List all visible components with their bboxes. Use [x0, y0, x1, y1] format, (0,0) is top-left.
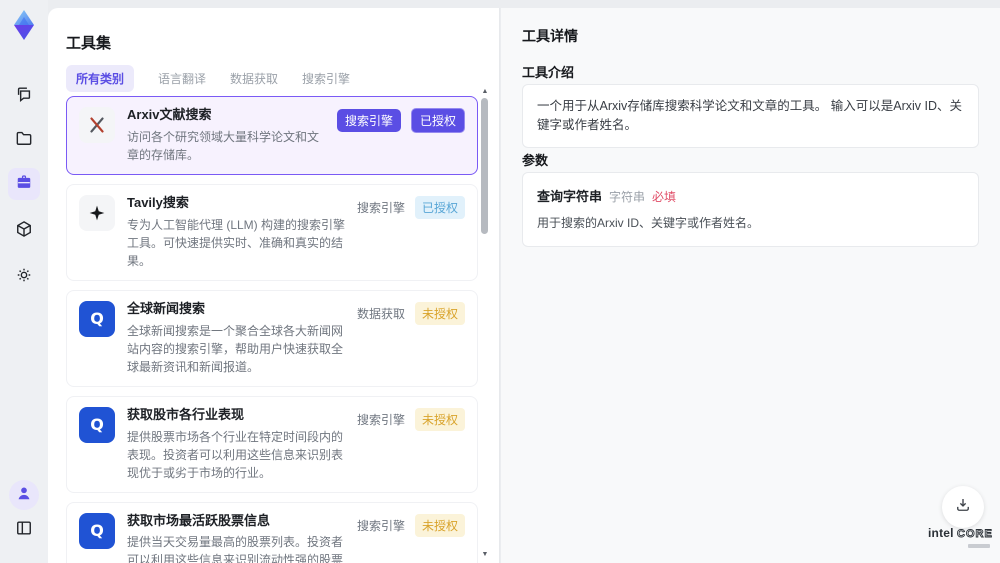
quark-icon: Q: [79, 300, 115, 337]
quark-icon: Q: [79, 406, 115, 443]
param-description: 用于搜索的Arxiv ID、关键字或作者姓名。: [537, 216, 760, 230]
sidebar-item-packages[interactable]: [8, 215, 40, 247]
cube-icon: [14, 219, 34, 244]
intro-heading: 工具介绍: [522, 65, 575, 80]
arxiv-icon: [79, 107, 115, 143]
tool-name: 全球新闻搜索: [127, 300, 206, 316]
tool-description: 访问各个研究领域大量科学论文和文章的存储库。: [127, 129, 320, 162]
panel-layout-icon: [14, 518, 34, 543]
intro-text-box: 一个用于从Arxiv存储库搜索科学论文和文章的工具。 输入可以是Arxiv ID…: [522, 84, 979, 148]
tool-category-badge: 搜索引擎: [356, 518, 405, 533]
tool-detail-panel: 工具详情 工具介绍 一个用于从Arxiv存储库搜索科学论文和文章的工具。 输入可…: [501, 8, 1000, 563]
gear-icon: [14, 265, 34, 290]
param-name: 查询字符串: [537, 189, 603, 204]
detail-title: 工具详情: [522, 28, 578, 44]
sidebar-collapse-button[interactable]: [8, 514, 40, 546]
intel-core-logo: intel CORE: [928, 524, 992, 548]
sparkle-icon: [79, 194, 115, 231]
tool-category-badge: 搜索引擎: [356, 412, 405, 427]
tool-card[interactable]: Q 全球新闻搜索 全球新闻搜索是一个聚合全球各大新闻网站内容的搜索引擎，帮助用户…: [66, 289, 478, 387]
folder-icon: [14, 128, 34, 153]
app-logo-icon: [7, 8, 41, 42]
tool-description: 提供股票市场各个行业在特定时间段内的表现。投资者可以利用这些信息来识别表现优于或…: [127, 429, 344, 480]
scroll-up-arrow[interactable]: ▲: [480, 88, 490, 96]
tool-auth-badge: 已授权: [414, 195, 465, 219]
left-rail: [0, 0, 48, 563]
sidebar-item-toolbox[interactable]: [8, 168, 40, 200]
tool-name: 获取股市各行业表现: [127, 406, 245, 422]
tool-category-badge: 搜索引擎: [336, 109, 401, 132]
param-required-label: 必填: [652, 190, 677, 204]
tool-description: 专为人工智能代理 (LLM) 构建的搜索引擎工具。可快速提供实时、准确和真实的结…: [127, 217, 346, 268]
page-title: 工具集: [66, 35, 112, 52]
category-tabs: 所有类别 语言翻译 数据获取 搜索引擎: [66, 65, 350, 92]
tab-language-translation[interactable]: 语言翻译: [158, 65, 206, 92]
tool-card[interactable]: Q 获取股市各行业表现 提供股票市场各个行业在特定时间段内的表现。投资者可以利用…: [66, 395, 478, 493]
tab-search-engine[interactable]: 搜索引擎: [302, 65, 350, 92]
intel-logo-sub-mark: [968, 544, 990, 548]
sidebar-item-chat[interactable]: [8, 80, 40, 112]
tool-auth-badge: 未授权: [414, 513, 465, 537]
tool-auth-badge: 未授权: [414, 301, 465, 325]
chat-icon: [14, 84, 34, 109]
tab-all-categories[interactable]: 所有类别: [66, 65, 135, 92]
tab-data-fetch[interactable]: 数据获取: [230, 65, 278, 92]
tool-card[interactable]: Q 获取市场最活跃股票信息 提供当天交易量最高的股票列表。投资者可以利用这些信息…: [66, 501, 478, 563]
scroll-down-arrow[interactable]: ▼: [480, 551, 490, 559]
tool-card[interactable]: Arxiv文献搜索 访问各个研究领域大量科学论文和文章的存储库。 搜索引擎 已授…: [66, 96, 478, 175]
tool-name: 获取市场最活跃股票信息: [127, 512, 271, 528]
tool-description: 提供当天交易量最高的股票列表。投资者可以利用这些信息来识别流动性强的股票和潜在的…: [127, 535, 344, 563]
tool-auth-badge: 已授权: [410, 108, 465, 133]
scrollbar[interactable]: ▲ ▼: [480, 88, 490, 561]
tool-category-badge: 数据获取: [356, 306, 405, 321]
quark-icon: Q: [79, 512, 115, 549]
params-heading: 参数: [522, 153, 549, 168]
scrollbar-thumb[interactable]: [481, 98, 488, 234]
param-type: 字符串: [609, 190, 646, 204]
sidebar-item-files[interactable]: [8, 124, 40, 156]
download-button[interactable]: [942, 486, 984, 528]
tool-name: Arxiv文献搜索: [127, 107, 212, 122]
tool-description: 全球新闻搜索是一个聚合全球各大新闻网站内容的搜索引擎，帮助用户快速获取全球最新资…: [127, 323, 344, 374]
tool-name: Tavily搜索: [127, 194, 189, 210]
sidebar-item-account[interactable]: [9, 480, 39, 510]
sidebar-item-settings[interactable]: [8, 261, 40, 293]
download-icon: [954, 496, 972, 519]
tool-list: Arxiv文献搜索 访问各个研究领域大量科学论文和文章的存储库。 搜索引擎 已授…: [66, 96, 478, 563]
tool-category-badge: 搜索引擎: [356, 200, 405, 215]
briefcase-icon: [14, 172, 34, 197]
tool-list-panel: 工具集 所有类别 语言翻译 数据获取 搜索引擎 Arxiv文献搜索 访问各个研究…: [48, 8, 500, 563]
tool-auth-badge: 未授权: [414, 407, 465, 431]
tool-card[interactable]: Tavily搜索 专为人工智能代理 (LLM) 构建的搜索引擎工具。可快速提供实…: [66, 183, 478, 281]
user-icon: [14, 483, 34, 508]
parameter-card: 查询字符串 字符串 必填 用于搜索的Arxiv ID、关键字或作者姓名。: [522, 172, 979, 247]
